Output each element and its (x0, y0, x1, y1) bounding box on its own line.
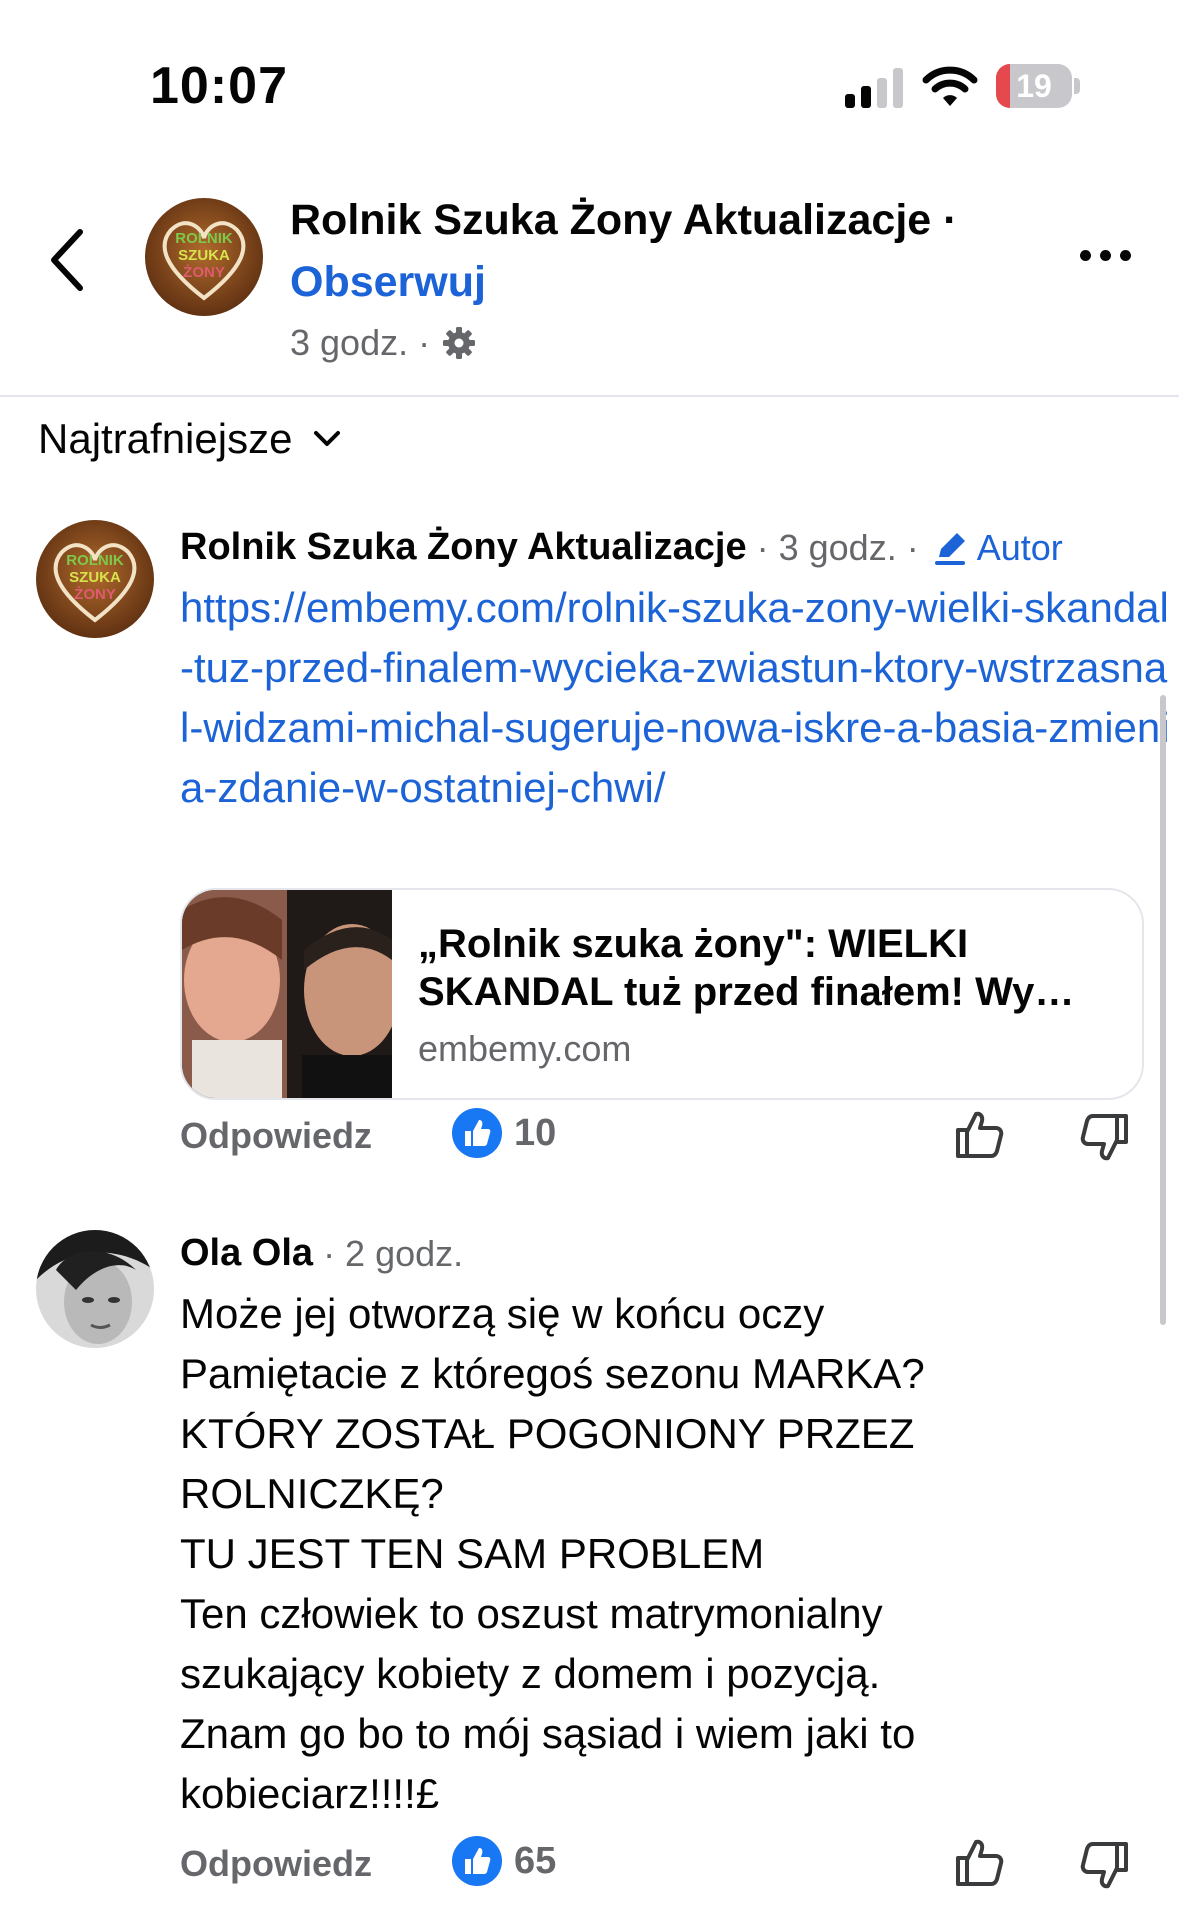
chevron-down-icon (314, 431, 341, 446)
comment-text: Może jej otworzą się w końcu oczy Pamięt… (180, 1290, 925, 1817)
comment-header: Rolnik Szuka Żony Aktualizacje · 3 godz.… (180, 526, 1063, 569)
svg-text:ŻONY: ŻONY (183, 264, 225, 281)
svg-text:ROLNIK: ROLNIK (175, 230, 233, 247)
wifi-icon (922, 66, 978, 106)
post-meta: 3 godz. · (290, 322, 476, 364)
battery-indicator: 19 (996, 64, 1082, 108)
follow-button[interactable]: Obserwuj (290, 258, 486, 307)
comment-link[interactable]: https://embemy.com/rolnik-szuka-zony-wie… (180, 578, 1170, 818)
back-chevron-icon[interactable] (40, 220, 100, 300)
link-thumbnail (182, 890, 392, 1098)
scrollbar[interactable] (1160, 695, 1166, 1325)
link-card-domain: embemy.com (418, 1028, 632, 1069)
more-options-icon[interactable] (1070, 240, 1140, 270)
comment-avatar[interactable]: ROLNIK SZUKA ŻONY (36, 520, 154, 638)
reaction-summary[interactable]: 10 (452, 1108, 556, 1158)
battery-percent: 19 (1016, 68, 1052, 104)
thumbs-up-icon[interactable] (952, 1834, 1008, 1890)
svg-text:ROLNIK: ROLNIK (66, 552, 124, 569)
svg-text:SZUKA: SZUKA (178, 247, 230, 264)
like-count: 10 (514, 1111, 557, 1154)
cellular-signal-icon (845, 68, 903, 108)
comment-time: · 3 godz. · (756, 526, 919, 568)
like-reaction-icon (452, 1108, 502, 1158)
like-reaction-icon (452, 1836, 502, 1886)
post-time: 3 godz. · (290, 322, 431, 363)
page-avatar[interactable]: ROLNIK SZUKA ŻONY (145, 198, 263, 316)
author-badge-label: Autor (976, 526, 1063, 568)
comment-time: · 2 godz. (323, 1232, 464, 1274)
comment-avatar[interactable] (36, 1230, 154, 1348)
link-preview-card[interactable]: „Rolnik szuka żony": WIELKI SKANDAL tuż … (180, 888, 1144, 1100)
link-card-title: „Rolnik szuka żony": WIELKI SKANDAL tuż … (418, 922, 1075, 1014)
comment-author[interactable]: Ola Ola (180, 1232, 313, 1275)
author-badge: Autor (931, 527, 1063, 569)
svg-text:SZUKA: SZUKA (69, 569, 121, 586)
reply-button[interactable]: Odpowiedz (180, 1843, 372, 1885)
reply-button[interactable]: Odpowiedz (180, 1115, 372, 1157)
comment-header: Ola Ola · 2 godz. (180, 1232, 463, 1275)
comment-author[interactable]: Rolnik Szuka Żony Aktualizacje (180, 526, 747, 569)
header-divider (0, 395, 1179, 397)
reaction-summary[interactable]: 65 (452, 1836, 556, 1886)
like-count: 65 (514, 1839, 557, 1882)
svg-text:ŻONY: ŻONY (74, 586, 116, 603)
pencil-icon (934, 532, 965, 565)
settings-gear-icon[interactable] (442, 326, 476, 360)
sort-dropdown[interactable]: Najtrafniejsze (38, 415, 342, 463)
thumbs-up-icon[interactable] (952, 1106, 1008, 1162)
page-title[interactable]: Rolnik Szuka Żony Aktualizacje · (290, 196, 957, 245)
sort-label: Najtrafniejsze (38, 415, 293, 462)
thumbs-down-icon[interactable] (1076, 1838, 1132, 1894)
thumbs-down-icon[interactable] (1076, 1110, 1132, 1166)
status-time: 10:07 (150, 57, 288, 115)
